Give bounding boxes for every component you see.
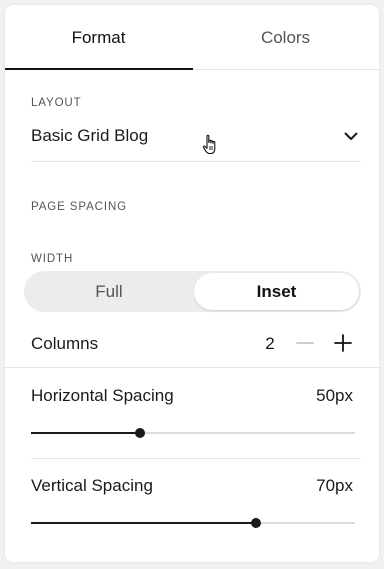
hand-pointer-cursor-icon (202, 134, 216, 155)
format-panel: Format Colors LAYOUT Basic Grid Blog PAG… (5, 5, 379, 562)
plus-icon[interactable] (332, 332, 354, 354)
slider-fill (31, 522, 256, 524)
minus-icon[interactable] (294, 332, 316, 354)
slider-thumb[interactable] (250, 518, 261, 528)
tab-bar: Format Colors (5, 5, 379, 70)
chevron-down-icon (344, 132, 358, 140)
width-segmented-control: Full Inset (24, 271, 361, 312)
layout-divider (31, 161, 361, 162)
layout-selected-value: Basic Grid Blog (31, 126, 149, 145)
tab-format[interactable]: Format (5, 5, 192, 70)
horizontal-spacing-divider (31, 458, 361, 459)
width-label: WIDTH (31, 253, 74, 265)
horizontal-spacing-slider[interactable] (31, 426, 355, 440)
vertical-spacing-slider[interactable] (31, 516, 355, 530)
vertical-spacing-value: 70px (316, 476, 353, 495)
slider-fill (31, 432, 140, 434)
columns-value: 2 (265, 334, 275, 353)
vertical-spacing-label: Vertical Spacing (31, 476, 153, 495)
horizontal-spacing-value: 50px (316, 386, 353, 405)
slider-thumb[interactable] (134, 428, 145, 438)
columns-label: Columns (31, 334, 99, 353)
width-option-full[interactable]: Full (24, 271, 194, 312)
layout-dropdown[interactable]: Basic Grid Blog (31, 119, 361, 153)
horizontal-spacing-label: Horizontal Spacing (31, 386, 174, 405)
active-tab-indicator (5, 68, 193, 70)
layout-section-label: LAYOUT (31, 97, 82, 109)
tab-colors[interactable]: Colors (192, 5, 379, 70)
page-spacing-label: PAGE SPACING (31, 201, 128, 213)
width-option-inset[interactable]: Inset (194, 273, 359, 310)
columns-divider (5, 367, 379, 368)
